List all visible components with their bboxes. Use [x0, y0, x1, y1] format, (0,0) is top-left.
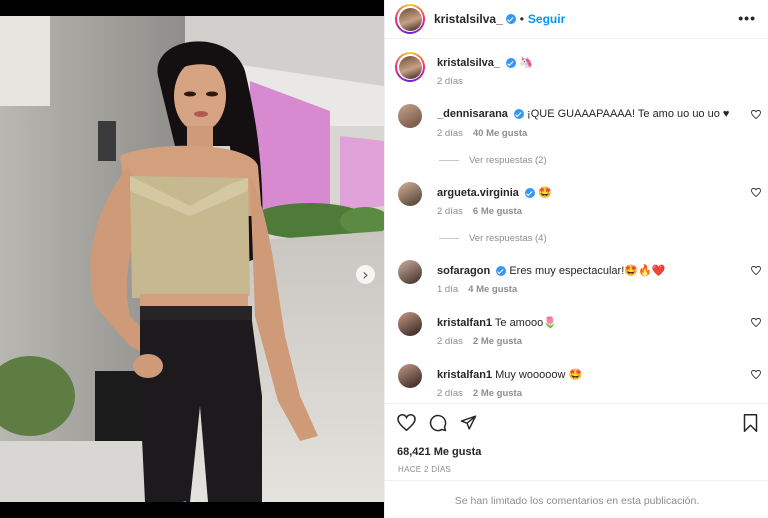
carousel-next-button[interactable]: › — [356, 265, 375, 284]
comment-time: 2 días — [437, 388, 463, 399]
comment-time: 1 día — [437, 284, 459, 295]
more-options-icon[interactable]: ••• — [738, 11, 756, 25]
likes-count[interactable]: 68,421 Me gusta — [397, 446, 481, 458]
verified-icon — [524, 188, 535, 199]
comment-username[interactable]: argueta.virginia — [437, 187, 519, 199]
heart-icon[interactable] — [751, 369, 761, 382]
heart-icon[interactable] — [751, 109, 761, 122]
caption-username[interactable]: kristalsilva_ — [437, 57, 500, 69]
verified-icon — [506, 58, 517, 69]
commenter-avatar[interactable] — [398, 104, 422, 128]
comment-username[interactable]: kristalfan1 — [437, 317, 492, 329]
author-avatar[interactable] — [395, 4, 425, 34]
comment-time: 2 días — [437, 128, 463, 139]
caption-emoji: 🦄 — [519, 57, 533, 69]
bookmark-icon[interactable] — [743, 414, 758, 437]
replies-divider — [439, 237, 459, 239]
heart-icon[interactable] — [751, 187, 761, 200]
caption-avatar[interactable] — [395, 52, 425, 82]
caption-avatar-frame — [397, 54, 423, 80]
comment-body: 🤩 — [538, 187, 552, 199]
post-header: kristalsilva_ • Seguir ••• — [385, 0, 768, 39]
author-username[interactable]: kristalsilva_ — [434, 12, 503, 26]
avatar-image — [398, 7, 422, 31]
posted-time: HACE 2 DÍAS — [398, 465, 452, 474]
comment-likes[interactable]: 4 Me gusta — [468, 284, 517, 295]
comment-text: _dennisarana ¡QUE GUAAAPAAAA! Te amo uo … — [437, 108, 729, 120]
comment-body: Muy wooooow 🤩 — [495, 369, 583, 381]
comment-username[interactable]: sofaragon — [437, 265, 490, 277]
follow-button[interactable]: Seguir — [528, 12, 565, 26]
comment-meta: 2 días 2 Me gusta — [437, 336, 522, 347]
comment-meta: 1 día 4 Me gusta — [437, 284, 517, 295]
comment-meta: 2 días 6 Me gusta — [437, 206, 522, 217]
replies-divider — [439, 159, 459, 161]
comment-likes[interactable]: 40 Me gusta — [473, 128, 527, 139]
comment-text: argueta.virginia 🤩 — [437, 186, 552, 199]
comment-body: ¡QUE GUAAAPAAAA! Te amo uo uo uo ♥ — [527, 108, 730, 120]
comment-text: kristalfan1 Muy wooooow 🤩 — [437, 368, 582, 381]
comment-time: 2 días — [437, 336, 463, 347]
post-side-panel: kristalsilva_ • Seguir ••• kristalsilva_… — [384, 0, 768, 518]
comment-username[interactable]: _dennisarana — [437, 108, 508, 120]
avatar-frame — [397, 6, 423, 32]
share-icon[interactable] — [460, 414, 477, 436]
comment-username[interactable]: kristalfan1 — [437, 369, 492, 381]
comment-icon[interactable] — [429, 414, 447, 437]
caption-avatar-image — [398, 55, 422, 79]
comment-meta: 2 días 40 Me gusta — [437, 128, 527, 139]
comment-text: kristalfan1 Te amooo🌷 — [437, 316, 557, 329]
bottom-black-bar — [0, 502, 384, 518]
caption-avatar-ring — [395, 52, 425, 82]
view-replies-label: Ver respuestas (4) — [469, 233, 547, 244]
comments-limited-notice: Se han limitado los comentarios en esta … — [385, 480, 768, 518]
comment-likes[interactable]: 2 Me gusta — [473, 388, 522, 399]
comment-likes[interactable]: 6 Me gusta — [473, 206, 522, 217]
heart-icon[interactable] — [751, 265, 761, 278]
view-replies-link[interactable]: Ver respuestas (2) — [439, 155, 547, 166]
view-replies-link[interactable]: Ver respuestas (4) — [439, 233, 547, 244]
comment-meta: 2 días 2 Me gusta — [437, 388, 522, 399]
comments-list: kristalsilva_ 🦄 2 días _dennisarana ¡QUE… — [385, 40, 768, 402]
photo-illustration — [0, 16, 384, 502]
caption-text: kristalsilva_ 🦄 — [437, 56, 533, 69]
commenter-avatar[interactable] — [398, 364, 422, 388]
comment-time: 2 días — [437, 206, 463, 217]
verified-icon — [496, 266, 507, 277]
view-replies-label: Ver respuestas (2) — [469, 155, 547, 166]
commenter-avatar[interactable] — [398, 312, 422, 336]
post-actions-bar — [385, 403, 768, 443]
instagram-post-viewer: › kristalsilva_ • Seguir ••• kristalsilv… — [0, 0, 768, 518]
caption-time: 2 días — [437, 76, 463, 87]
comment-body: Eres muy espectacular!🤩🔥❤️ — [509, 265, 666, 277]
commenter-avatar[interactable] — [398, 260, 422, 284]
comment-likes[interactable]: 2 Me gusta — [473, 336, 522, 347]
comment-body: Te amooo🌷 — [494, 317, 557, 329]
comment-text: sofaragon Eres muy espectacular!🤩🔥❤️ — [437, 264, 665, 277]
heart-icon[interactable] — [751, 317, 761, 330]
top-black-bar — [0, 0, 384, 16]
verified-icon — [505, 14, 516, 24]
commenter-avatar[interactable] — [398, 182, 422, 206]
header-separator: • — [519, 12, 524, 26]
verified-icon — [513, 109, 524, 120]
heart-icon[interactable] — [397, 413, 416, 436]
post-photo[interactable]: › — [0, 16, 384, 502]
chevron-right-icon: › — [362, 264, 369, 284]
